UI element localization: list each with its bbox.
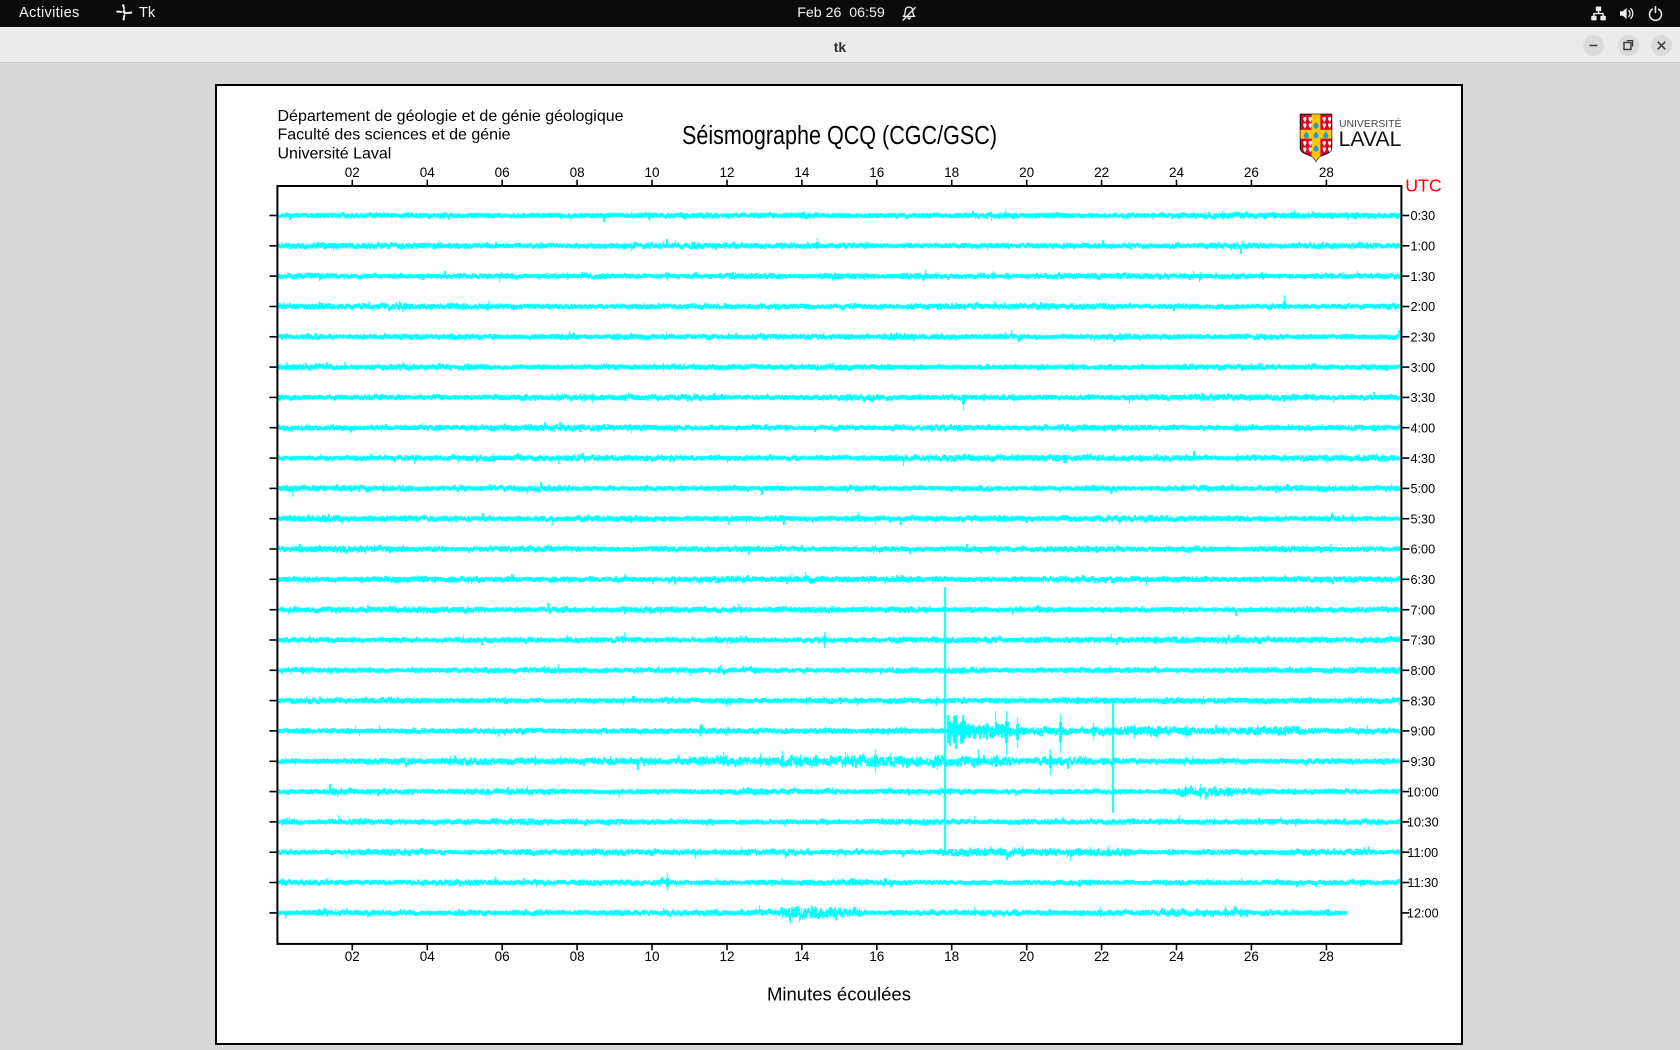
- svg-text:02: 02: [345, 949, 360, 964]
- svg-text:10:00: 10:00: [1407, 785, 1439, 799]
- svg-text:28: 28: [1319, 165, 1334, 180]
- svg-text:22: 22: [1094, 949, 1109, 964]
- svg-text:02: 02: [345, 165, 360, 180]
- svg-text:14: 14: [794, 949, 810, 964]
- svg-text:10:30: 10:30: [1407, 816, 1439, 830]
- svg-text:10: 10: [644, 165, 659, 180]
- svg-text:20: 20: [1019, 165, 1034, 180]
- svg-text:16: 16: [869, 949, 884, 964]
- svg-text:04: 04: [420, 949, 436, 964]
- svg-text:LAVAL: LAVAL: [1339, 127, 1402, 151]
- svg-text:Département de géologie et de: Département de géologie et de génie géol…: [278, 108, 624, 125]
- svg-text:12: 12: [719, 949, 734, 964]
- svg-text:1:30: 1:30: [1410, 270, 1435, 284]
- svg-text:6:30: 6:30: [1410, 573, 1435, 587]
- svg-text:2:00: 2:00: [1410, 300, 1435, 314]
- svg-text:0:30: 0:30: [1410, 209, 1435, 223]
- svg-text:3:30: 3:30: [1410, 391, 1435, 405]
- svg-text:06: 06: [495, 949, 510, 964]
- svg-text:Université Laval: Université Laval: [278, 145, 392, 162]
- svg-text:8:00: 8:00: [1410, 664, 1435, 678]
- svg-text:9:00: 9:00: [1410, 725, 1435, 739]
- svg-text:6:00: 6:00: [1410, 543, 1435, 557]
- svg-text:16: 16: [869, 165, 884, 180]
- svg-text:06: 06: [495, 165, 510, 180]
- svg-text:Séismographe QCQ (CGC/GSC): Séismographe QCQ (CGC/GSC): [682, 122, 997, 150]
- svg-text:18: 18: [944, 949, 959, 964]
- svg-text:26: 26: [1244, 165, 1259, 180]
- svg-text:28: 28: [1319, 949, 1334, 964]
- svg-text:22: 22: [1094, 165, 1109, 180]
- svg-text:9:30: 9:30: [1410, 755, 1435, 769]
- svg-text:10: 10: [644, 949, 659, 964]
- svg-text:UTC: UTC: [1405, 176, 1442, 196]
- svg-text:12:00: 12:00: [1407, 907, 1439, 921]
- svg-text:7:30: 7:30: [1410, 634, 1435, 648]
- svg-text:24: 24: [1169, 949, 1185, 964]
- svg-text:04: 04: [420, 165, 436, 180]
- svg-text:1:00: 1:00: [1410, 240, 1435, 254]
- svg-text:11:30: 11:30: [1407, 876, 1438, 890]
- svg-text:08: 08: [570, 165, 585, 180]
- svg-text:8:30: 8:30: [1410, 694, 1435, 708]
- svg-text:3:00: 3:00: [1410, 361, 1435, 375]
- svg-text:14: 14: [794, 165, 810, 180]
- svg-text:Minutes écoulées: Minutes écoulées: [767, 984, 911, 1005]
- svg-text:4:00: 4:00: [1410, 421, 1435, 435]
- svg-text:7:00: 7:00: [1410, 603, 1435, 617]
- svg-text:4:30: 4:30: [1410, 452, 1435, 466]
- svg-text:Faculté des sciences et de gén: Faculté des sciences et de génie: [278, 127, 511, 144]
- svg-text:2:30: 2:30: [1410, 331, 1435, 345]
- svg-text:18: 18: [944, 165, 959, 180]
- svg-text:20: 20: [1019, 949, 1034, 964]
- svg-text:11:00: 11:00: [1407, 846, 1438, 860]
- svg-text:5:00: 5:00: [1410, 482, 1435, 496]
- svg-text:08: 08: [570, 949, 585, 964]
- svg-text:24: 24: [1169, 165, 1185, 180]
- svg-text:12: 12: [719, 165, 734, 180]
- svg-text:5:30: 5:30: [1410, 512, 1435, 526]
- svg-text:26: 26: [1244, 949, 1259, 964]
